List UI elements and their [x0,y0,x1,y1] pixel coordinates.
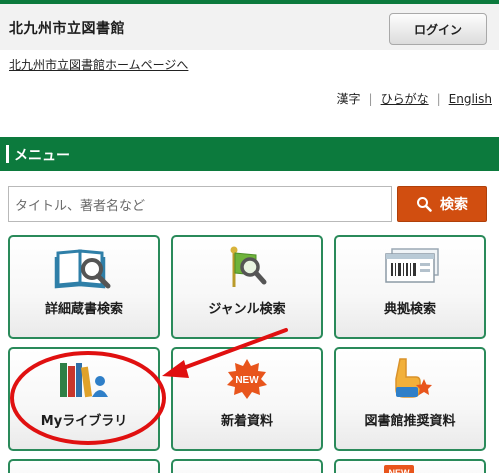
tile-label: Myライブラリ [40,414,128,429]
tile-row3-middle[interactable] [171,459,323,473]
new-badge-icon: NEW [227,359,267,399]
search-icon [417,197,432,212]
tile-authority-search[interactable]: 典拠検索 [334,235,486,339]
home-page-link[interactable]: 北九州市立図書館ホームページへ [9,56,188,73]
lang-kanji: 漢字 [336,92,361,106]
site-title: 北九州市立図書館 [9,21,125,37]
search-button[interactable]: 検索 [397,186,487,222]
tile-new-arrivals[interactable]: NEW 新着資料 [171,347,323,451]
tile-recommended[interactable]: 図書館推奨資料 [334,347,486,451]
barcode-card-icon [385,248,439,283]
lang-separator: | [436,91,441,106]
login-button[interactable]: ログイン [389,13,487,45]
search-placeholder: タイトル、著者名など [15,198,146,214]
menu-title: メニュー [14,148,70,164]
recommend-hand-star-icon [395,358,432,398]
genre-flag-search-icon [230,246,267,287]
tile-row3-left[interactable] [8,459,160,473]
header: 北九州市立図書館 ログイン [0,4,499,50]
tile-detailed-search[interactable]: 詳細蔵書検索 [8,235,160,339]
svg-text:NEW: NEW [235,375,259,386]
tile-label: 図書館推奨資料 [364,414,456,429]
menu-header-bar: メニュー [0,137,499,171]
search-button-label: 検索 [440,197,468,213]
tile-label: 典拠検索 [383,302,436,317]
tile-label: 新着資料 [220,414,273,429]
my-library-books-icon [60,363,108,398]
language-switcher: 漢字 | ひらがな | English [337,90,492,107]
search-input[interactable]: タイトル、著者名など [8,186,392,222]
tile-label: 詳細蔵書検索 [44,302,123,317]
menu-bar-marker [6,145,9,163]
lang-separator: | [368,91,373,106]
tile-row3-right[interactable]: NEW [334,459,486,473]
lang-english-link[interactable]: English [449,92,492,106]
tile-label: ジャンル検索 [208,302,286,317]
svg-text:NEW: NEW [389,468,411,473]
lang-hiragana-link[interactable]: ひらがな [381,90,429,107]
tile-my-library[interactable]: Myライブラリ [8,347,160,451]
new-badge-icon: NEW [384,465,414,473]
tile-genre-search[interactable]: ジャンル検索 [171,235,323,339]
book-search-icon [54,249,111,289]
